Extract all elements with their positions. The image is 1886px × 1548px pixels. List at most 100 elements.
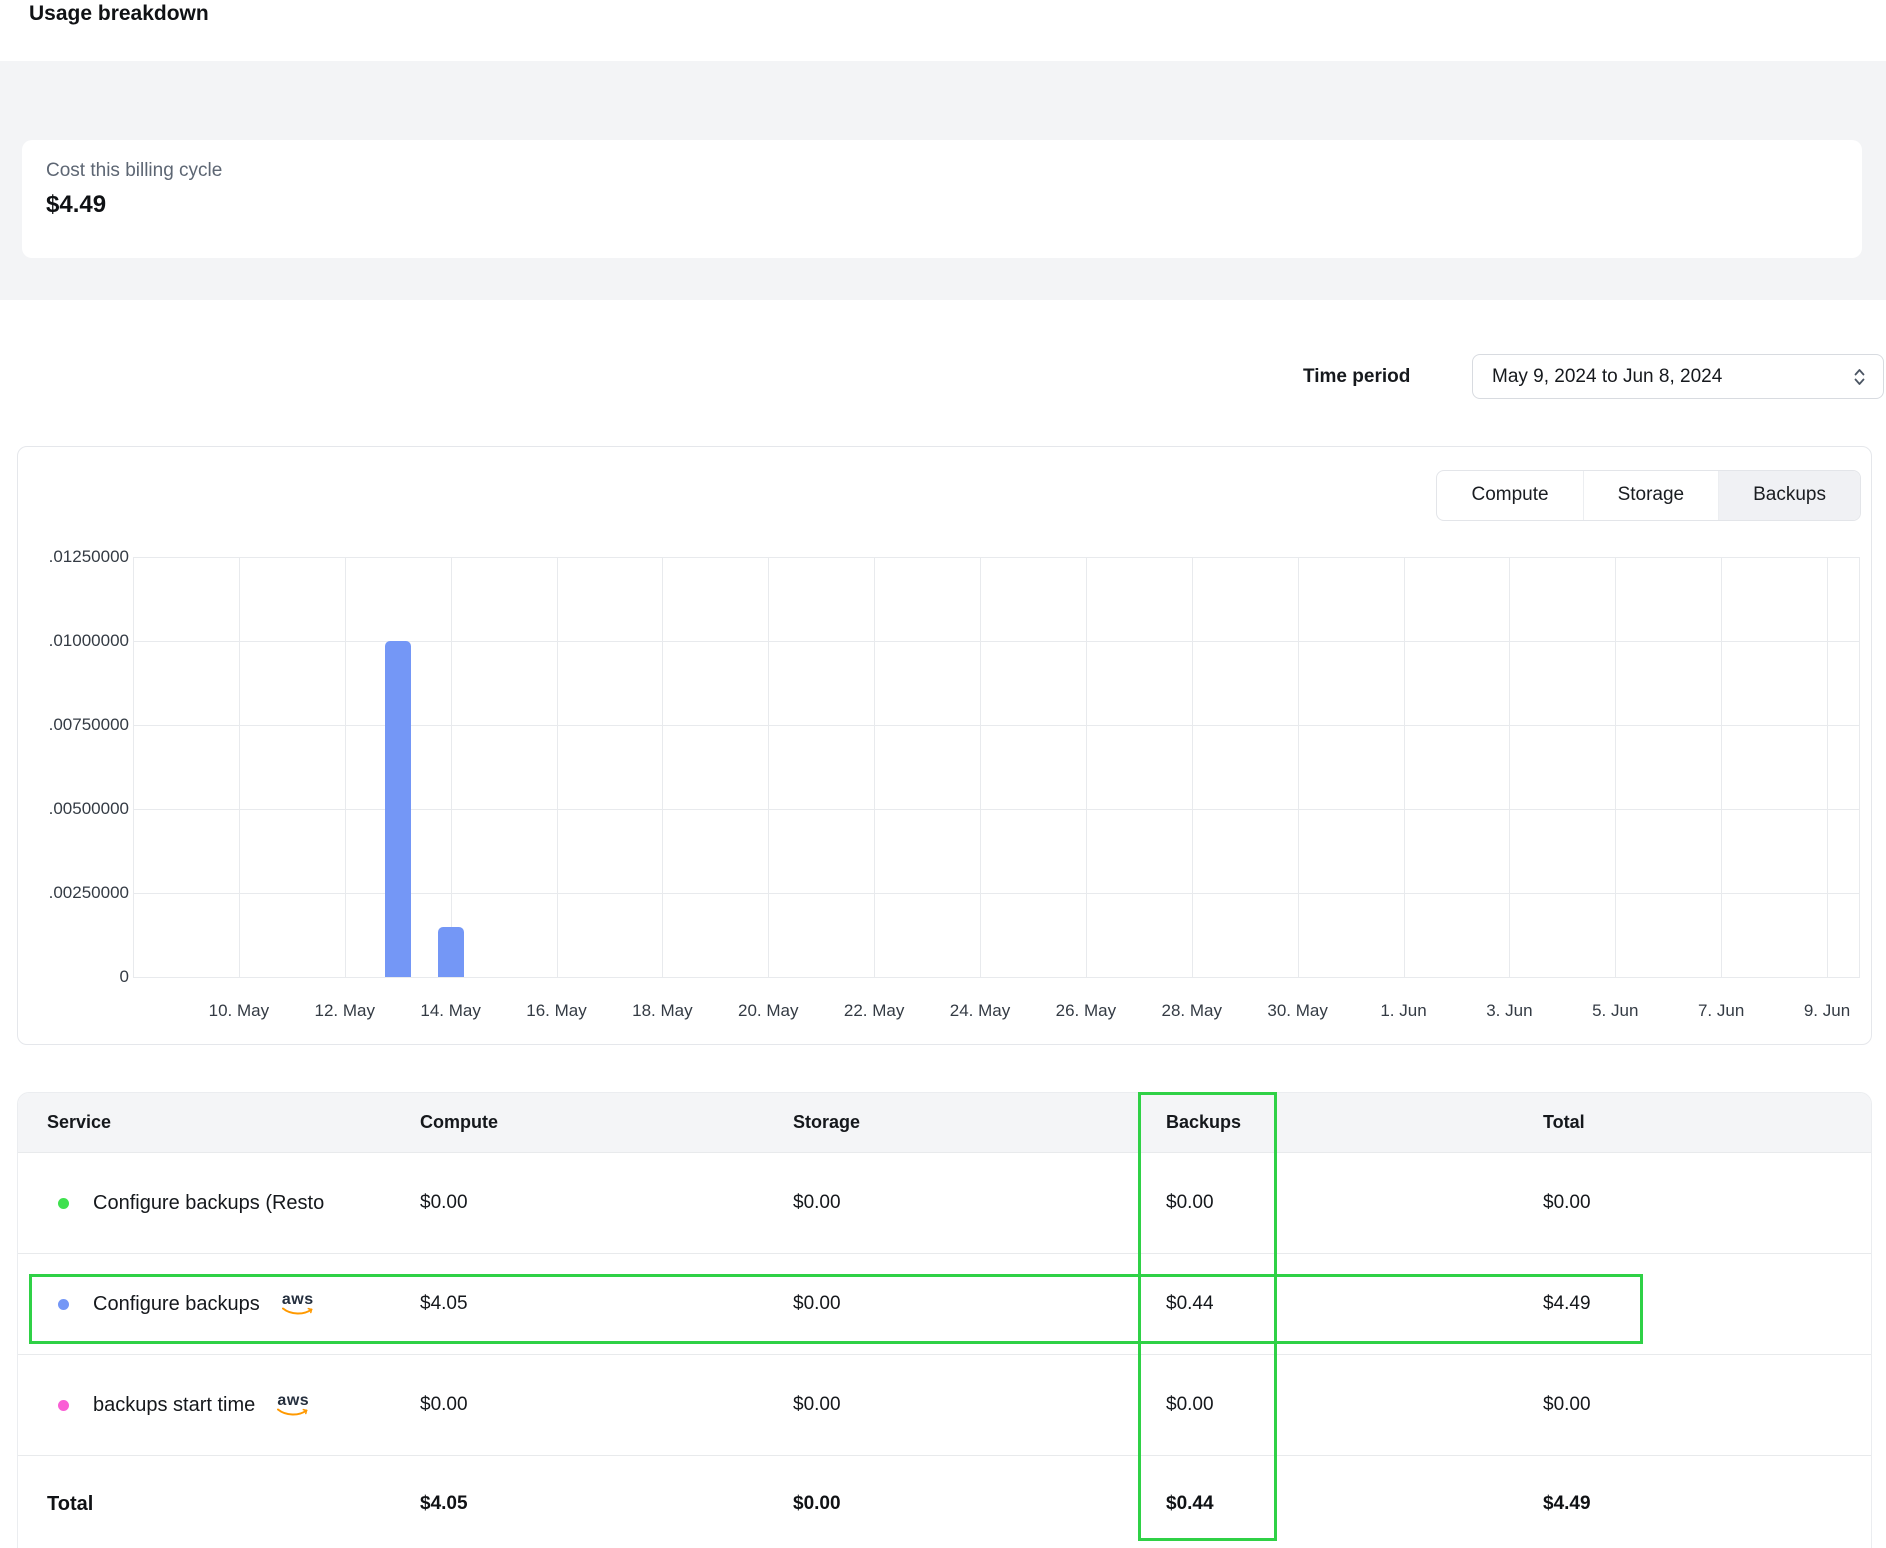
storage-value: $0.00 [793, 1394, 1166, 1416]
x-tick-label: 28. May [1139, 1001, 1245, 1021]
gridline-vertical [1404, 557, 1405, 977]
gridline-vertical [874, 557, 875, 977]
gridline-vertical [1721, 557, 1722, 977]
cost-card: Cost this billing cycle $4.49 [22, 140, 1862, 258]
total-value: $0.00 [1543, 1394, 1871, 1416]
y-tick-label: .01250000 [19, 547, 129, 567]
chart-tabs: Compute Storage Backups [1436, 470, 1861, 521]
x-tick-label: 16. May [504, 1001, 610, 1021]
service-name: Configure backups (Resto [93, 1192, 324, 1215]
table-row-configure-backups-restored: Configure backups (Resto $0.00 $0.00 $0.… [18, 1152, 1871, 1253]
total-value: $4.49 [1543, 1293, 1871, 1315]
gridline-vertical [557, 557, 558, 977]
x-tick-label: 14. May [398, 1001, 504, 1021]
backups-value: $0.00 [1166, 1394, 1543, 1416]
table-header-row: Service Compute Storage Backups Total [18, 1093, 1871, 1152]
chevron-up-down-icon [1852, 366, 1867, 388]
aws-logo: aws [282, 1293, 314, 1316]
aws-smile-icon [277, 1408, 309, 1417]
compute-value: $0.00 [420, 1394, 793, 1416]
aws-smile-icon [282, 1307, 314, 1316]
usage-breakdown-page: Usage breakdown Cost this billing cycle … [0, 0, 1886, 1548]
gridline-vertical [1192, 557, 1193, 977]
x-tick-label: 10. May [186, 1001, 292, 1021]
x-tick-label: 7. Jun [1668, 1001, 1774, 1021]
x-tick-label: 1. Jun [1351, 1001, 1457, 1021]
gridline-vertical [1615, 557, 1616, 977]
x-tick-label: 18. May [609, 1001, 715, 1021]
plot-right-border [1859, 557, 1860, 977]
x-tick-label: 30. May [1245, 1001, 1351, 1021]
gridline-vertical [768, 557, 769, 977]
col-header-backups: Backups [1166, 1112, 1543, 1133]
compute-value: $0.00 [420, 1192, 793, 1214]
time-period-value: May 9, 2024 to Jun 8, 2024 [1492, 366, 1722, 388]
gridline-vertical [239, 557, 240, 977]
y-tick-label: .01000000 [19, 631, 129, 651]
y-tick-label: .00250000 [19, 883, 129, 903]
table-row-configure-backups: Configure backups aws $4.05 $0.00 $0.44 … [18, 1253, 1871, 1354]
col-header-compute: Compute [420, 1112, 793, 1133]
cost-section: Cost this billing cycle $4.49 [0, 61, 1886, 300]
table-total-row: Total $4.05 $0.00 $0.44 $4.49 [18, 1455, 1871, 1548]
x-tick-label: 24. May [927, 1001, 1033, 1021]
aws-logo: aws [277, 1394, 309, 1417]
x-tick-label: 3. Jun [1456, 1001, 1562, 1021]
usage-table: Service Compute Storage Backups Total Co… [17, 1092, 1872, 1548]
tab-storage[interactable]: Storage [1583, 471, 1719, 520]
total-total-value: $4.49 [1543, 1493, 1871, 1515]
y-tick-label: .00500000 [19, 799, 129, 819]
gridline-vertical [662, 557, 663, 977]
y-tick-label: 0 [19, 967, 129, 987]
tab-compute[interactable]: Compute [1437, 471, 1582, 520]
gridline-horizontal [133, 557, 1860, 558]
x-tick-label: 26. May [1033, 1001, 1139, 1021]
gridline-vertical [451, 557, 452, 977]
x-tick-label: 22. May [821, 1001, 927, 1021]
service-name: Configure backups [93, 1293, 260, 1316]
chart-bar [385, 641, 411, 977]
x-tick-label: 5. Jun [1562, 1001, 1668, 1021]
gridline-vertical [1509, 557, 1510, 977]
chart-card: Compute Storage Backups .01250000 .010000… [17, 446, 1872, 1045]
cost-label: Cost this billing cycle [46, 160, 222, 182]
chart-y-axis: .01250000.01000000.00750000.00500000.002… [18, 557, 129, 977]
time-period-label: Time period [1303, 354, 1410, 399]
legend-dot-pink [58, 1400, 69, 1411]
gridline-vertical [980, 557, 981, 977]
chart-x-axis: 10. May12. May14. May16. May18. May20. M… [133, 1001, 1860, 1027]
service-name: backups start time [93, 1394, 255, 1417]
gridline-vertical [1298, 557, 1299, 977]
x-tick-label: 12. May [292, 1001, 398, 1021]
total-backups-value: $0.44 [1166, 1493, 1543, 1515]
gridline-vertical [1086, 557, 1087, 977]
backups-value: $0.00 [1166, 1192, 1543, 1214]
y-tick-label: .00750000 [19, 715, 129, 735]
table-row-backups-start-time: backups start time aws $0.00 $0.00 $0.00… [18, 1354, 1871, 1455]
gridline-vertical [1827, 557, 1828, 977]
page-title: Usage breakdown [29, 2, 209, 26]
x-tick-label: 9. Jun [1774, 1001, 1880, 1021]
col-header-service: Service [18, 1112, 420, 1133]
chart-plot [133, 557, 1860, 977]
gridline-vertical [133, 557, 134, 977]
tab-backups[interactable]: Backups [1718, 471, 1860, 520]
storage-value: $0.00 [793, 1293, 1166, 1315]
total-compute-value: $4.05 [420, 1493, 793, 1515]
col-header-total: Total [1543, 1112, 1871, 1133]
total-value: $0.00 [1543, 1192, 1871, 1214]
total-row-label: Total [18, 1493, 420, 1516]
total-storage-value: $0.00 [793, 1493, 1166, 1515]
col-header-storage: Storage [793, 1112, 1166, 1133]
gridline-horizontal [133, 977, 1860, 978]
gridline-vertical [345, 557, 346, 977]
backups-value: $0.44 [1166, 1293, 1543, 1315]
compute-value: $4.05 [420, 1293, 793, 1315]
time-period-select[interactable]: May 9, 2024 to Jun 8, 2024 [1472, 354, 1884, 399]
cost-value: $4.49 [46, 191, 106, 219]
legend-dot-green [58, 1198, 69, 1209]
chart-bar [438, 927, 464, 977]
x-tick-label: 20. May [715, 1001, 821, 1021]
legend-dot-blue [58, 1299, 69, 1310]
storage-value: $0.00 [793, 1192, 1166, 1214]
